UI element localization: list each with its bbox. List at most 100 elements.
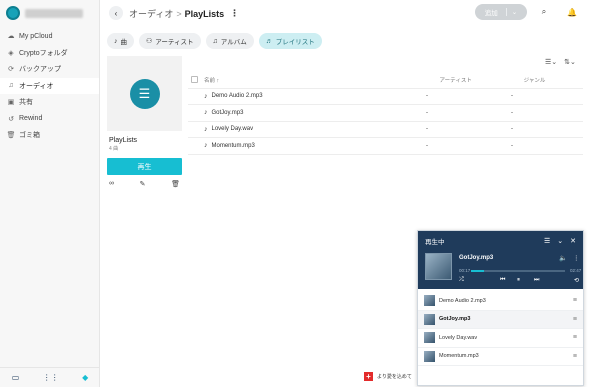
drag-handle-icon[interactable]: ≡ bbox=[573, 297, 577, 304]
chevron-down-icon[interactable]: ⌄ bbox=[557, 237, 563, 245]
track-genre: - bbox=[511, 109, 513, 116]
select-all-checkbox[interactable] bbox=[191, 76, 198, 84]
chip-albums[interactable]: ♫ アルバム bbox=[205, 33, 254, 49]
chip-label: プレイリスト bbox=[275, 39, 315, 46]
apps-grid-icon[interactable]: ⋮⋮ bbox=[43, 373, 59, 382]
avatar[interactable] bbox=[6, 6, 20, 20]
artist-icon: ⚇ bbox=[146, 38, 153, 45]
playlist-cover: ☰ bbox=[107, 56, 182, 131]
mini-player: 再生中 ☰ ⌄ ✕ GotJoy.mp3 🔈 ⋮ 00:17 02:47 ⤮ ⏮… bbox=[417, 230, 584, 386]
sidebar-footer: ▭ ⋮⋮ ◆ bbox=[0, 367, 100, 387]
rewind-icon: ↺ bbox=[8, 115, 14, 123]
table-row[interactable]: ♪ Momentum.mp3 - - bbox=[188, 138, 583, 155]
trash-icon[interactable]: 🗑 bbox=[171, 180, 180, 188]
breadcrumb-root[interactable]: オーディオ bbox=[129, 9, 173, 19]
play-button[interactable]: 再生 bbox=[107, 158, 182, 175]
drag-handle-icon[interactable]: ≡ bbox=[573, 353, 577, 360]
table-row[interactable]: ♪ Lovely Day.wav - - bbox=[188, 122, 583, 138]
shared-icon: ▣ bbox=[7, 99, 15, 107]
sidebar-item-audio[interactable]: ♫ オーディオ bbox=[0, 77, 99, 94]
track-artist: - bbox=[426, 126, 428, 133]
edit-icon[interactable]: ✎ bbox=[140, 180, 146, 188]
previous-icon[interactable]: ⏮ bbox=[500, 277, 505, 284]
crypto-icon: ◈ bbox=[8, 49, 14, 57]
track-genre: - bbox=[511, 142, 513, 149]
playlist-count: 4 曲 bbox=[109, 146, 119, 152]
column-name[interactable]: 名前 ↑ bbox=[204, 76, 440, 84]
search-icon[interactable]: ⌕ bbox=[536, 4, 552, 20]
sidebar-item-rewind[interactable]: ↺ Rewind bbox=[0, 111, 99, 128]
sidebar-item-crypto[interactable]: ◈ Cryptoフォルダ bbox=[0, 45, 99, 62]
time-total: 02:47 bbox=[570, 268, 582, 273]
sort-icon[interactable]: ⇅⌄ bbox=[564, 58, 576, 66]
chip-songs[interactable]: ♪ 曲 bbox=[107, 33, 134, 49]
tracks-table: 名前 ↑ アーティスト ジャンル ♪ Demo Audio 2.mp3 - - ♪… bbox=[188, 72, 583, 155]
breadcrumb-current: PlayLists bbox=[184, 8, 225, 19]
sidebar-item-label: バックアップ bbox=[19, 66, 61, 74]
pause-icon[interactable]: ⏸ bbox=[517, 277, 520, 284]
playlist-actions: ∞ ✎ 🗑 bbox=[107, 180, 182, 188]
more-options-icon[interactable]: ⋮ bbox=[230, 8, 239, 19]
album-icon: ♫ bbox=[212, 37, 218, 45]
table-row[interactable]: ♪ Demo Audio 2.mp3 - - bbox=[188, 89, 583, 105]
list-view-icon[interactable]: ☰⌄ bbox=[545, 58, 557, 66]
sidebar-item-label: オーディオ bbox=[19, 82, 54, 90]
queue-thumb bbox=[424, 313, 435, 325]
queue-item-name: Lovely Day.wav bbox=[439, 334, 478, 341]
chip-artists[interactable]: ⚇ アーティスト bbox=[139, 33, 201, 49]
playlist-icon: ☰ bbox=[129, 78, 160, 109]
progress-fill bbox=[471, 270, 485, 272]
sidebar-item-label: My pCloud bbox=[19, 32, 53, 40]
account-name-blurred bbox=[25, 8, 83, 18]
top-bar: ‹ オーディオ > PlayLists ⋮ 追加 ⌄ ⌕ 🔔 bbox=[100, 0, 590, 26]
more-options-icon[interactable]: ⋮ bbox=[573, 254, 580, 262]
progress-bar[interactable] bbox=[471, 270, 565, 272]
track-name: GotJoy.mp3 bbox=[211, 109, 244, 116]
sidebar-item-my-pcloud[interactable]: ☁ My pCloud bbox=[0, 28, 99, 45]
view-controls: ☰⌄ ⇅⌄ bbox=[545, 58, 576, 66]
account-header[interactable] bbox=[0, 0, 99, 26]
bell-icon[interactable]: 🔔 bbox=[564, 4, 580, 20]
sidebar-item-label: Rewind bbox=[19, 115, 43, 123]
queue-item[interactable]: Lovely Day.wav ≡ bbox=[418, 329, 583, 348]
sidebar-item-shared[interactable]: ▣ 共有 bbox=[0, 94, 99, 111]
sidebar-item-label: 共有 bbox=[19, 99, 33, 107]
sidebar-item-trash[interactable]: 🗑 ゴミ箱 bbox=[0, 127, 99, 144]
queue-item[interactable]: Momentum.mp3 ≡ bbox=[418, 348, 583, 366]
column-artist[interactable]: アーティスト bbox=[440, 76, 524, 84]
sidebar-item-backup[interactable]: ⟳ バックアップ bbox=[0, 61, 99, 78]
drag-handle-icon[interactable]: ≡ bbox=[573, 316, 577, 323]
sidebar-item-label: ゴミ箱 bbox=[19, 132, 40, 140]
column-genre[interactable]: ジャンル bbox=[524, 76, 583, 84]
music-note-icon: ♪ bbox=[114, 37, 118, 45]
link-icon[interactable]: ∞ bbox=[109, 180, 114, 188]
queue-item[interactable]: Demo Audio 2.mp3 ≡ bbox=[418, 292, 583, 311]
chevron-down-icon: ⌄ bbox=[505, 8, 517, 16]
track-artist: - bbox=[426, 109, 428, 116]
diamond-icon[interactable]: ◆ bbox=[82, 373, 88, 382]
add-button[interactable]: 追加 ⌄ bbox=[475, 4, 527, 20]
repeat-icon[interactable]: ⟲ bbox=[574, 277, 579, 284]
close-icon[interactable]: ✕ bbox=[570, 237, 576, 245]
playlist-title: PlayLists bbox=[109, 137, 138, 144]
table-row[interactable]: ♪ GotJoy.mp3 - - bbox=[188, 105, 583, 122]
music-note-icon: ♪ bbox=[204, 109, 208, 117]
desktop-icon[interactable]: ▭ bbox=[12, 373, 20, 382]
track-artist: - bbox=[426, 142, 428, 149]
next-icon[interactable]: ⏭ bbox=[534, 277, 539, 284]
drag-handle-icon[interactable]: ≡ bbox=[573, 334, 577, 341]
sidebar-item-label: Cryptoフォルダ bbox=[19, 49, 68, 57]
now-playing: GotJoy.mp3 🔈 ⋮ 00:17 02:47 ⤮ ⏮ ⏸ ⏭ ⟲ bbox=[418, 250, 583, 289]
chip-playlists[interactable]: ♬ プレイリスト bbox=[258, 33, 322, 49]
headphones-icon: ♫ bbox=[8, 82, 14, 90]
volume-icon[interactable]: 🔈 bbox=[559, 254, 567, 262]
time-current: 00:17 bbox=[459, 268, 471, 273]
breadcrumb-separator: > bbox=[176, 8, 182, 19]
queue-item[interactable]: GotJoy.mp3 ≡ bbox=[418, 310, 583, 329]
shuffle-icon[interactable]: ⤮ bbox=[459, 277, 464, 284]
queue-list-icon[interactable]: ☰ bbox=[544, 237, 550, 245]
swiss-banner: + より愛を込めて bbox=[364, 372, 412, 381]
back-button[interactable]: ‹ bbox=[109, 6, 123, 20]
breadcrumb: オーディオ > PlayLists bbox=[129, 7, 224, 20]
table-header: 名前 ↑ アーティスト ジャンル bbox=[188, 72, 583, 89]
